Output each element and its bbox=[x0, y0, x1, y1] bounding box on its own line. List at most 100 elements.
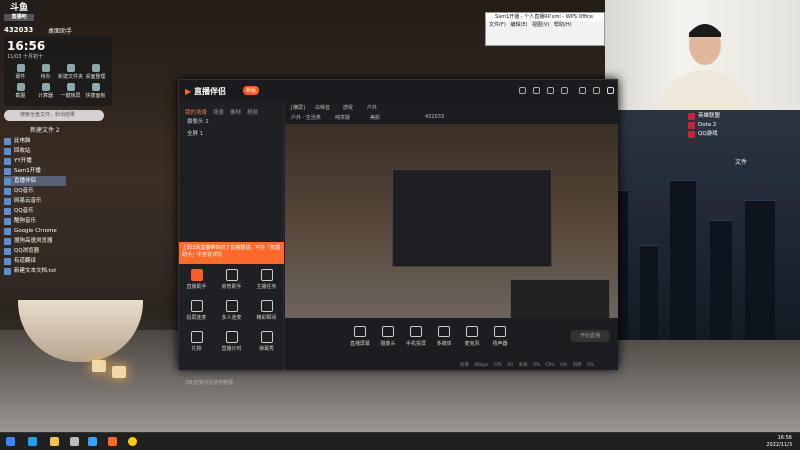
taskbar-clock[interactable]: 16:56 2022/11/3 bbox=[766, 435, 792, 449]
category-label[interactable]: 户外 · 生活类 bbox=[291, 114, 321, 121]
desktop-icon[interactable]: Sam1开播 bbox=[4, 166, 66, 176]
preview-toolbar: [横屏] 白噪音 感受 户外 户外 · 生活类 纯享版 美颜 432033 bbox=[285, 102, 618, 124]
widget-item[interactable]: 新建文件夹 bbox=[58, 64, 83, 80]
minimize-icon[interactable] bbox=[579, 87, 586, 94]
preview-tag[interactable]: 感受 bbox=[343, 104, 353, 111]
tool-item[interactable]: 直播计时 bbox=[214, 331, 249, 352]
right-label: 文件 bbox=[735, 159, 748, 166]
menu-edit[interactable]: 编辑(E) bbox=[510, 22, 527, 28]
nested-app-preview bbox=[392, 169, 552, 267]
scene-item[interactable]: 全屏 1 bbox=[179, 128, 283, 140]
explorer-icon[interactable] bbox=[50, 437, 59, 446]
desktop-icon[interactable]: QQ浏览器 bbox=[4, 246, 66, 256]
tool-item[interactable]: 精彩瞬间 bbox=[249, 300, 284, 321]
window-title: Sam1开播 - 个人直播RP.xml - WPS Office bbox=[486, 13, 604, 21]
source-button[interactable]: 摄像头 bbox=[373, 326, 403, 347]
tab-my-scenes[interactable]: 我的场景 bbox=[185, 108, 207, 116]
candle bbox=[112, 366, 126, 378]
desktop-icon[interactable]: 有道翻译 bbox=[4, 256, 66, 266]
desktop-icon[interactable]: QQ音乐 bbox=[4, 186, 66, 196]
tool-item[interactable]: 直播助手 bbox=[179, 269, 214, 290]
tool-item[interactable]: 主播任务 bbox=[249, 269, 284, 290]
start-live-button[interactable]: 开始直播 bbox=[570, 330, 610, 342]
desktop-search-input[interactable]: 搜索全盘文件，秒出结果 bbox=[4, 110, 104, 121]
windows-start-icon[interactable] bbox=[6, 437, 15, 446]
edge-icon[interactable] bbox=[28, 437, 37, 446]
desktop-icon[interactable]: QQ音乐 bbox=[4, 206, 66, 216]
app-logo: ▶ 直播伴侣 bbox=[185, 87, 226, 96]
desktop-icon[interactable]: 搜狗高速浏览器 bbox=[4, 236, 66, 246]
source-bar: 直播屏幕 摄像头 手机投屏 多媒体 麦克风 扬声器 开始直播 码率 0Kbps … bbox=[285, 318, 618, 370]
mail-icon[interactable] bbox=[533, 87, 540, 94]
live-companion-window[interactable]: ▶ 直播伴侣 新版 我的场景 场景 素材 视频 摄像头 2 全屏 1 上周3场直… bbox=[178, 79, 618, 386]
source-button[interactable]: 麦克风 bbox=[457, 326, 487, 347]
desktop-icon[interactable]: 直播伴侣 bbox=[4, 176, 66, 186]
widget-item[interactable]: 待办 bbox=[33, 64, 58, 80]
desktop-icon[interactable]: 新建文本文档.txt bbox=[4, 266, 66, 276]
source-button[interactable]: 直播屏幕 bbox=[345, 326, 375, 347]
version-badge: 新版 bbox=[243, 86, 260, 95]
source-button[interactable]: 扬声器 bbox=[485, 326, 515, 347]
desktop-icon[interactable]: Google Chrome bbox=[4, 226, 66, 236]
desktop-icon[interactable]: 酷狗音乐 bbox=[4, 216, 66, 226]
desktop-icon[interactable]: YY开播 bbox=[4, 156, 66, 166]
menu-bar: 文件(F) 编辑(E) 视图(V) 帮助(H) bbox=[486, 21, 604, 29]
scene-item[interactable]: 摄像头 2 bbox=[179, 116, 283, 128]
stream-preview[interactable]: [横屏] 白噪音 感受 户外 户外 · 生活类 纯享版 美颜 432033 bbox=[285, 102, 618, 339]
widget-item[interactable]: 一键锁屏 bbox=[58, 83, 83, 99]
desktop-icon[interactable]: 回收站 bbox=[4, 146, 66, 156]
close-icon[interactable] bbox=[607, 87, 614, 94]
tool-item[interactable]: 礼物 bbox=[179, 331, 214, 352]
widget-item[interactable]: 硬件 bbox=[8, 64, 33, 80]
tutorial-link[interactable]: 3条直播伴侣使用教程 bbox=[185, 379, 233, 386]
tool-item[interactable]: 多人连麦 bbox=[214, 300, 249, 321]
promo-banner[interactable]: 上周3场直播带你切了直播赚钱，可在「管理助手」中查看详情 bbox=[179, 242, 284, 264]
candle bbox=[92, 360, 106, 372]
tab-material[interactable]: 素材 bbox=[230, 108, 241, 116]
room-id: 432033 bbox=[4, 26, 34, 34]
skin-icon[interactable] bbox=[547, 87, 554, 94]
maximize-icon[interactable] bbox=[593, 87, 600, 94]
menu-help[interactable]: 帮助(H) bbox=[554, 22, 572, 28]
preview-tag: 白噪音 bbox=[315, 105, 331, 111]
mode-label[interactable]: 纯享版 bbox=[335, 114, 350, 121]
menu-view[interactable]: 视图(V) bbox=[532, 22, 549, 28]
desktop-icon[interactable]: 网易云音乐 bbox=[4, 196, 66, 206]
wps-window[interactable]: Sam1开播 - 个人直播RP.xml - WPS Office 文件(F) 编… bbox=[485, 12, 605, 46]
settings-icon[interactable] bbox=[561, 87, 568, 94]
source-button[interactable]: 手机投屏 bbox=[401, 326, 431, 347]
tool-item[interactable]: 房管助手 bbox=[214, 269, 249, 290]
streamer-person bbox=[660, 24, 750, 110]
app-titlebar: ▶ 直播伴侣 新版 bbox=[179, 80, 617, 102]
taskbar: 16:56 2022/11/3 bbox=[0, 432, 800, 450]
preview-tag: [横屏] bbox=[291, 105, 305, 111]
desktop-icon[interactable]: Dota 2 bbox=[688, 121, 720, 130]
widget-clock: 16:56 bbox=[7, 39, 46, 53]
tab-scene[interactable]: 场景 bbox=[213, 108, 224, 116]
app-icon[interactable] bbox=[128, 437, 137, 446]
source-button[interactable]: 多媒体 bbox=[429, 326, 459, 347]
menu-file[interactable]: 文件(F) bbox=[489, 22, 506, 28]
app-icon[interactable] bbox=[88, 437, 97, 446]
desktop-widget: 16:56 11/03 十月初十 硬件 待办 新建文件夹 桌面整理 截图 计算器… bbox=[4, 36, 112, 106]
folder-label: 新建文件 2 bbox=[30, 127, 60, 134]
widget-item[interactable]: 快捷面板 bbox=[83, 83, 108, 99]
widget-item[interactable]: 截图 bbox=[8, 83, 33, 99]
preview-tag[interactable]: 户外 bbox=[367, 104, 377, 111]
widget-item[interactable]: 计算器 bbox=[33, 83, 58, 99]
widget-item[interactable]: 桌面整理 bbox=[83, 64, 108, 80]
tool-item[interactable]: 投屏连麦 bbox=[179, 300, 214, 321]
app-icon[interactable] bbox=[70, 437, 79, 446]
scene-panel: 我的场景 场景 素材 视频 摄像头 2 全屏 1 上周3场直播带你切了直播赚钱，… bbox=[179, 102, 284, 386]
tool-grid: 直播助手 房管助手 主播任务 投屏连麦 多人连麦 精彩瞬间 礼物 直播计时 弹幕… bbox=[179, 269, 284, 352]
desktop-icon[interactable]: QQ游戏 bbox=[688, 130, 720, 139]
tool-item[interactable]: 弹幕秀 bbox=[249, 331, 284, 352]
douyu-logo: 斗鱼 直播吧 bbox=[4, 2, 34, 26]
desktop-icon[interactable]: 此电脑 bbox=[4, 136, 66, 146]
live-companion-icon[interactable] bbox=[108, 437, 117, 446]
beauty-label[interactable]: 美颜 bbox=[370, 114, 380, 121]
right-desktop-icons: 英雄联盟 Dota 2 QQ游戏 bbox=[688, 112, 720, 139]
desktop-icon[interactable]: 英雄联盟 bbox=[688, 112, 720, 121]
tab-video[interactable]: 视频 bbox=[247, 108, 258, 116]
gift-icon[interactable] bbox=[519, 87, 526, 94]
